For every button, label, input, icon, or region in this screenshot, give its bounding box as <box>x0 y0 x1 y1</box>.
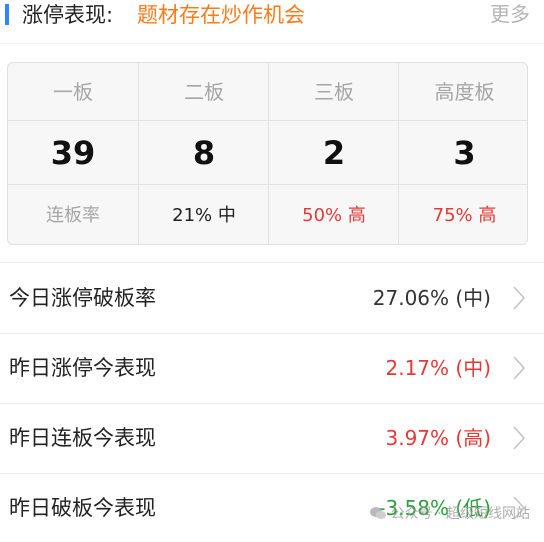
section-header: 涨停表现: 题材存在炒作机会 更多 <box>0 0 544 32</box>
row-value: 2.17% (中) <box>385 356 492 380</box>
board-rate: 连板率 <box>46 205 100 226</box>
wechat-icon <box>369 507 386 519</box>
board-stats-grid: 一板 39 连板率 二板 8 21% 中 三板 2 50% 高 高度板 3 75… <box>7 62 528 245</box>
board-col-2[interactable]: 二板 8 21% 中 <box>138 63 269 244</box>
watermark: 公众号 · 超级短线网站 <box>369 504 530 524</box>
row-label: 昨日涨停今表现 <box>9 356 156 380</box>
chevron-right-icon <box>513 356 526 380</box>
board-count: 2 <box>269 121 399 185</box>
chevron-right-icon <box>513 426 526 450</box>
accent-bar <box>5 4 9 25</box>
board-rate: 21% 中 <box>172 205 236 226</box>
divider <box>0 262 544 263</box>
row-label: 昨日破板今表现 <box>9 496 156 520</box>
list-row-today-break-rate[interactable]: 今日涨停破板率 27.06% (中) <box>0 264 544 332</box>
board-label: 一板 <box>8 63 138 121</box>
list-row-yesterday-limitup[interactable]: 昨日涨停今表现 2.17% (中) <box>0 334 544 402</box>
board-label: 二板 <box>139 63 269 121</box>
board-rate: 50% 高 <box>302 205 366 226</box>
board-col-1[interactable]: 一板 39 连板率 <box>8 63 138 244</box>
row-value: 3.97% (高) <box>385 426 492 450</box>
row-label: 昨日连板今表现 <box>9 426 156 450</box>
board-label: 高度板 <box>399 63 527 121</box>
watermark-text: 公众号 · 超级短线网站 <box>390 506 530 522</box>
row-value: 27.06% (中) <box>372 286 491 310</box>
chevron-right-icon <box>513 286 526 310</box>
more-link[interactable]: 更多 <box>490 0 530 28</box>
board-label: 三板 <box>269 63 399 121</box>
theme-text: 题材存在炒作机会 <box>137 3 305 27</box>
board-count: 39 <box>8 121 138 185</box>
section-title: 涨停表现: <box>22 3 114 27</box>
divider <box>0 43 544 44</box>
board-col-3[interactable]: 三板 2 50% 高 <box>268 63 399 244</box>
board-col-4[interactable]: 高度板 3 75% 高 <box>398 63 527 244</box>
row-label: 今日涨停破板率 <box>9 286 156 310</box>
board-count: 3 <box>399 121 527 185</box>
board-count: 8 <box>139 121 269 185</box>
list-row-yesterday-consecutive[interactable]: 昨日连板今表现 3.97% (高) <box>0 404 544 472</box>
board-rate: 75% 高 <box>432 205 497 226</box>
